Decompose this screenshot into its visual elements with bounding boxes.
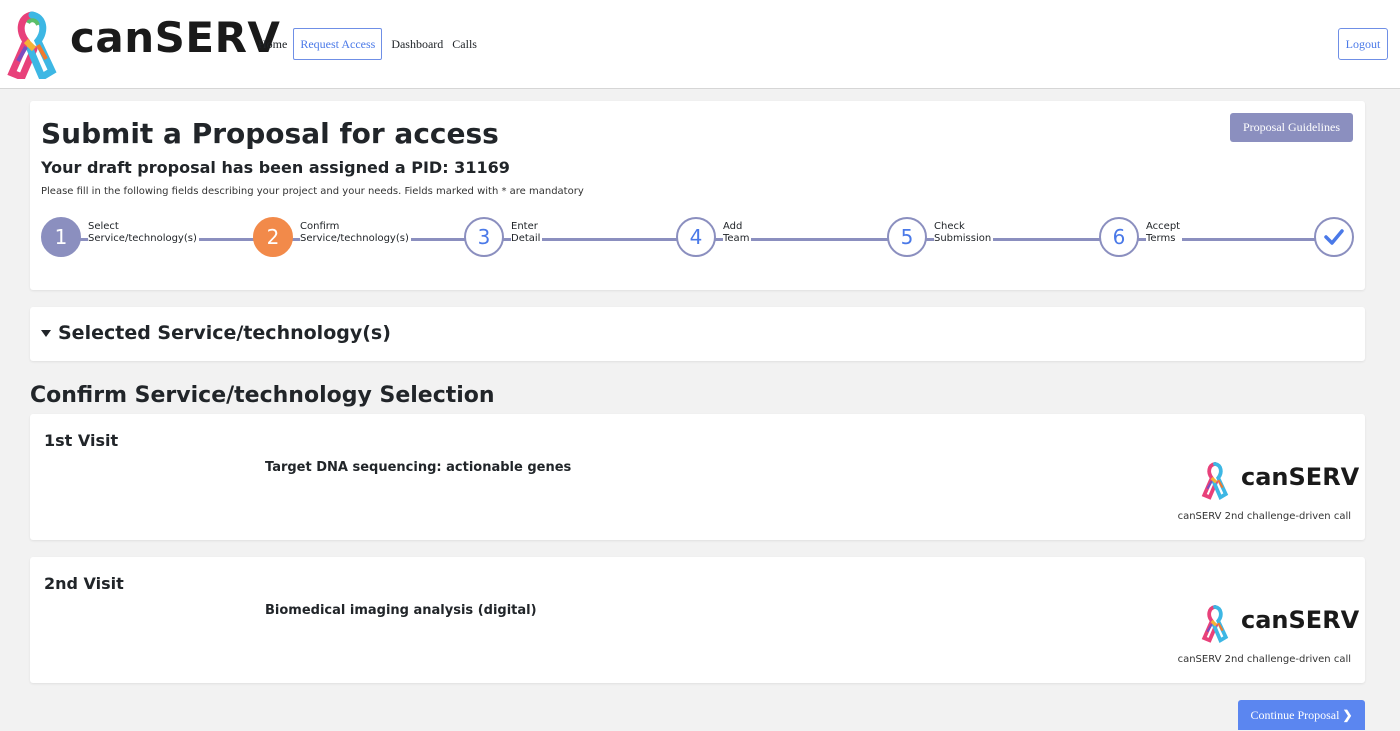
canserv-ribbon-logo — [1201, 462, 1229, 501]
step-6-label: Accept Terms — [1146, 221, 1183, 245]
call-logo: canSERV — [1201, 456, 1359, 504]
call-logo: canSERV — [1201, 599, 1359, 647]
canserv-ribbon-logo — [1201, 605, 1229, 644]
visit-label: 2nd Visit — [44, 574, 124, 593]
step-3-label-line2: Detail — [511, 233, 541, 244]
nav-dashboard[interactable]: Dashboard — [391, 29, 443, 59]
step-2-label: Confirm Service/technology(s) — [300, 221, 411, 245]
step-4-label-line2: Team — [723, 233, 750, 244]
visit-card-1: 1st Visit Target DNA sequencing: actiona… — [30, 414, 1365, 540]
top-navbar: canSERV Home Request Access Dashboard Ca… — [0, 0, 1400, 89]
call-logo-text: canSERV — [1241, 463, 1360, 491]
nav-request-access[interactable]: Request Access — [293, 28, 383, 60]
instructions-text: Please fill in the following fields desc… — [41, 186, 584, 197]
step-6-label-line2: Terms — [1146, 233, 1176, 244]
confirm-section-title: Confirm Service/technology Selection — [30, 383, 495, 408]
step-4-circle: 4 — [676, 217, 716, 257]
step-2-circle: 2 — [253, 217, 293, 257]
canserv-ribbon-logo[interactable] — [6, 7, 58, 79]
logout-button[interactable]: Logout — [1338, 28, 1388, 60]
nav-calls[interactable]: Calls — [452, 29, 477, 59]
step-1-label: Select Service/technology(s) — [88, 221, 199, 245]
step-3-label: Enter Detail — [511, 221, 543, 245]
checkmark-icon — [1324, 229, 1344, 245]
step-5-label-line1: Check — [934, 221, 965, 232]
visit-card-2: 2nd Visit Biomedical imaging analysis (d… — [30, 557, 1365, 683]
step-5-label: Check Submission — [934, 221, 994, 245]
step-6-label-line1: Accept — [1146, 221, 1181, 232]
continue-proposal-label: Continue Proposal — [1250, 708, 1340, 722]
step-5-circle: 5 — [887, 217, 927, 257]
selected-services-panel[interactable]: Selected Service/technology(s) — [30, 307, 1365, 361]
step-4-label-line1: Add — [723, 221, 743, 232]
step-complete[interactable] — [1314, 217, 1354, 257]
page-title: Submit a Proposal for access — [41, 117, 499, 150]
step-4-label: Add Team — [723, 221, 752, 245]
visit-label: 1st Visit — [44, 431, 119, 450]
proposal-header-card: Submit a Proposal for access Your draft … — [30, 101, 1365, 290]
step-6-circle: 6 — [1099, 217, 1139, 257]
step-1-circle: 1 — [41, 217, 81, 257]
step-1-label-line1: Select — [88, 221, 119, 232]
proposal-pid: Your draft proposal has been assigned a … — [41, 158, 510, 177]
step-1-label-line2: Service/technology(s) — [88, 233, 197, 244]
continue-proposal-button[interactable]: Continue Proposal ❯ — [1238, 700, 1365, 730]
step-3-label-line1: Enter — [511, 221, 538, 232]
chevron-right-icon: ❯ — [1342, 708, 1353, 722]
brand-name: canSERV — [70, 13, 281, 62]
step-3-circle: 3 — [464, 217, 504, 257]
proposal-stepper: 1 Select Service/technology(s) 2 Confirm… — [41, 217, 1354, 261]
step-5-label-line2: Submission — [934, 233, 992, 244]
nav-home[interactable]: Home — [258, 29, 287, 59]
visit-service-name: Biomedical imaging analysis (digital) — [265, 603, 537, 618]
visit-service-name: Target DNA sequencing: actionable genes — [265, 460, 572, 475]
call-logo-text: canSERV — [1241, 606, 1360, 634]
selected-services-toggle[interactable]: Selected Service/technology(s) — [41, 321, 391, 345]
step-2-label-line2: Service/technology(s) — [300, 233, 409, 244]
caret-down-icon — [41, 329, 51, 337]
proposal-guidelines-button[interactable]: Proposal Guidelines — [1230, 113, 1353, 142]
call-name: canSERV 2nd challenge-driven call — [1177, 511, 1351, 522]
selected-services-label: Selected Service/technology(s) — [58, 322, 391, 344]
main-nav: Home Request Access Dashboard Calls — [258, 28, 486, 60]
call-name: canSERV 2nd challenge-driven call — [1177, 654, 1351, 665]
step-2-label-line1: Confirm — [300, 221, 340, 232]
